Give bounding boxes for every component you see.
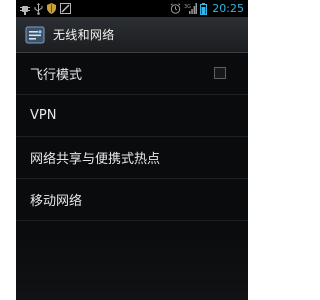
status-right-icons: 3G 20:25 <box>170 1 244 16</box>
action-bar: 无线和网络 <box>16 17 248 53</box>
signal-icon: 3G <box>184 3 198 14</box>
setting-vpn[interactable]: VPN <box>16 95 248 137</box>
setting-airplane-mode[interactable]: 飞行模式 <box>16 53 248 95</box>
shield-icon <box>47 3 56 14</box>
notification-icon <box>60 3 71 14</box>
setting-mobile-network[interactable]: 移动网络 <box>16 179 248 221</box>
page-title: 无线和网络 <box>53 28 115 42</box>
svg-text:3G: 3G <box>184 4 191 10</box>
setting-label: 网络共享与便携式热点 <box>30 152 161 167</box>
airplane-mode-checkbox[interactable] <box>214 67 226 79</box>
status-clock: 20:25 <box>212 2 244 15</box>
status-bar: 3G 20:25 <box>16 0 248 17</box>
battery-icon <box>200 2 208 15</box>
setting-label: VPN <box>30 108 57 123</box>
settings-app-icon[interactable] <box>25 25 45 45</box>
empty-area <box>16 221 248 300</box>
phone-screen: 3G 20:25 无线和网络 飞行模式 VPN 网络共享与便携式热点 移动网络 <box>16 0 248 300</box>
setting-tethering-hotspot[interactable]: 网络共享与便携式热点 <box>16 137 248 179</box>
status-left-icons <box>20 2 71 15</box>
setting-label: 移动网络 <box>30 194 83 209</box>
usb-debug-icon <box>20 3 30 15</box>
setting-label: 飞行模式 <box>30 68 83 83</box>
alarm-icon <box>170 3 181 14</box>
usb-icon <box>34 2 43 15</box>
settings-list: 飞行模式 VPN 网络共享与便携式热点 移动网络 <box>16 53 248 221</box>
